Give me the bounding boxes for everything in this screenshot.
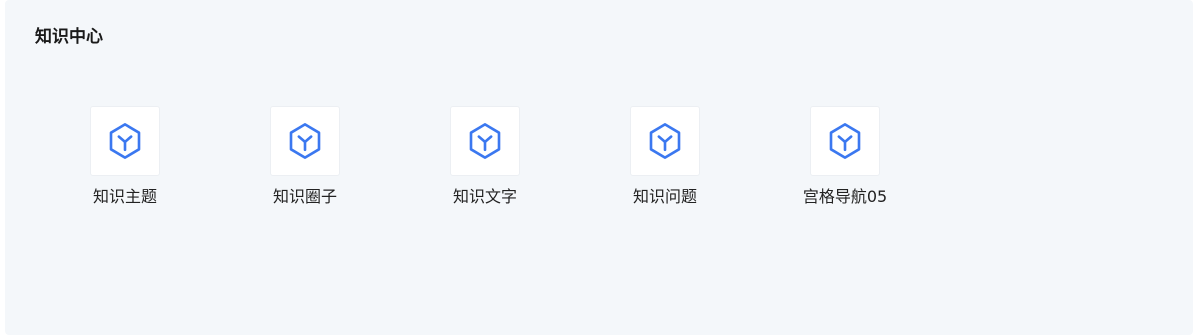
nav-item-icon-tile (270, 106, 340, 176)
nav-item-label: 知识圈子 (272, 187, 337, 206)
nav-item-grid-nav-05[interactable]: 宫格导航05 (775, 106, 915, 207)
nav-item-knowledge-text[interactable]: 知识文字 (415, 106, 555, 207)
knowledge-center-panel: 知识中心 知识主题 知识圈子 知识文字 知识问题 宫格导航05 (5, 0, 1193, 335)
cube-icon (289, 123, 321, 159)
cube-icon (649, 123, 681, 159)
nav-item-label: 知识文字 (452, 187, 517, 206)
nav-item-icon-tile (450, 106, 520, 176)
nav-item-label: 宫格导航05 (802, 187, 888, 206)
nav-item-label: 知识主题 (92, 187, 157, 206)
nav-item-icon-tile (810, 106, 880, 176)
nav-item-knowledge-circles[interactable]: 知识圈子 (235, 106, 375, 207)
cube-icon (109, 123, 141, 159)
nav-item-knowledge-questions[interactable]: 知识问题 (595, 106, 735, 207)
nav-item-icon-tile (90, 106, 160, 176)
cube-icon (469, 123, 501, 159)
nav-item-icon-tile (630, 106, 700, 176)
grid-nav: 知识主题 知识圈子 知识文字 知识问题 宫格导航05 (5, 0, 1193, 335)
cube-icon (829, 123, 861, 159)
nav-item-label: 知识问题 (632, 187, 697, 206)
nav-item-knowledge-topics[interactable]: 知识主题 (55, 106, 195, 207)
